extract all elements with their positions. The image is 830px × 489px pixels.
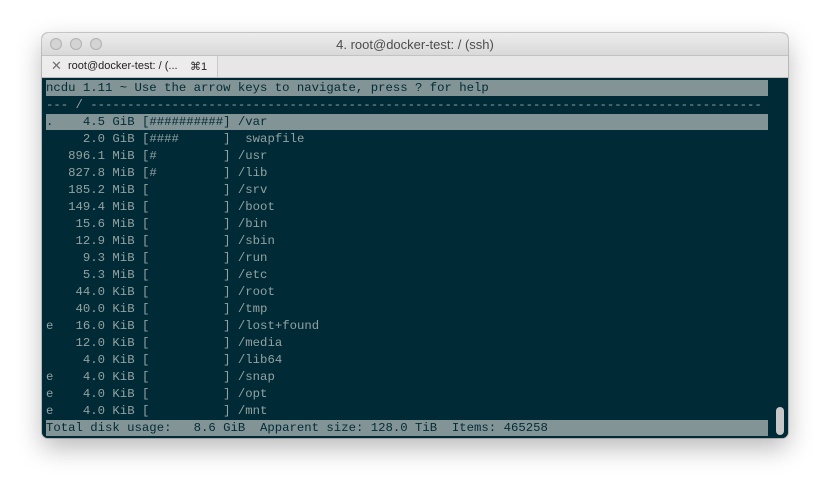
list-item[interactable]: 149.4 MiB [ ] /boot <box>46 199 768 215</box>
items-value: 465258 <box>503 421 548 435</box>
entry-size: 827.8 MiB <box>68 166 135 180</box>
entry-size: 4.0 KiB <box>68 387 135 401</box>
list-item[interactable]: 896.1 MiB [# ] /usr <box>46 148 768 164</box>
entry-size: 44.0 KiB <box>68 285 135 299</box>
entry-name: /opt <box>237 387 268 401</box>
tab-shortcut: ⌘1 <box>190 61 208 73</box>
entry-size: 896.1 MiB <box>68 149 135 163</box>
list-item[interactable]: e 4.0 KiB [ ] /snap <box>46 369 768 385</box>
list-item[interactable]: 2.0 GiB [#### ] swapfile <box>46 131 768 147</box>
list-item[interactable]: 9.3 MiB [ ] /run <box>46 250 768 266</box>
close-icon[interactable]: ✕ <box>51 58 62 74</box>
entry-name: /lib <box>237 166 268 180</box>
entry-name: /root <box>237 285 275 299</box>
entry-bar: [#### ] <box>141 132 231 146</box>
status-bar: Total disk usage: 8.6 GiB Apparent size:… <box>46 420 768 436</box>
entry-size: 4.0 KiB <box>68 404 135 418</box>
entry-name: swapfile <box>237 132 305 146</box>
entry-bar: [# ] <box>141 149 231 163</box>
entry-name: /snap <box>237 370 275 384</box>
entry-name: /mnt <box>237 404 268 418</box>
entry-name: /var <box>237 115 268 129</box>
apparent-label: Apparent size: <box>260 421 364 435</box>
entry-size: 15.6 MiB <box>68 217 135 231</box>
list-item[interactable]: 185.2 MiB [ ] /srv <box>46 182 768 198</box>
list-item[interactable]: . 4.5 GiB [##########] /var <box>46 114 768 130</box>
entry-size: 12.0 KiB <box>68 336 135 350</box>
list-item[interactable]: e 16.0 KiB [ ] /lost+found <box>46 318 768 334</box>
entry-size: 149.4 MiB <box>68 200 135 214</box>
list-item[interactable]: 12.9 MiB [ ] /sbin <box>46 233 768 249</box>
tab-ssh-session[interactable]: ✕ root@docker-test: / (... ⌘1 <box>42 56 218 77</box>
entry-name: /run <box>237 251 268 265</box>
window-title: 4. root@docker-test: / (ssh) <box>336 37 494 52</box>
list-item[interactable]: 4.0 KiB [ ] /lib64 <box>46 352 768 368</box>
terminal-content[interactable]: ncdu 1.11 ~ Use the arrow keys to naviga… <box>42 78 788 438</box>
total-value: 8.6 GiB <box>193 421 246 435</box>
entry-size: 12.9 MiB <box>68 234 135 248</box>
entry-name: /boot <box>237 200 275 214</box>
entry-bar: [##########] <box>141 115 231 129</box>
entry-name: /srv <box>237 183 268 197</box>
entry-name: /tmp <box>237 302 268 316</box>
entry-bar: [ ] <box>141 353 231 367</box>
tab-bar: ✕ root@docker-test: / (... ⌘1 <box>42 56 788 78</box>
terminal-window: 4. root@docker-test: / (ssh) ✕ root@dock… <box>42 33 788 438</box>
scrollbar-thumb[interactable] <box>776 407 784 435</box>
entry-name: /lib64 <box>237 353 283 367</box>
entry-size: 4.0 KiB <box>68 353 135 367</box>
entry-bar: [ ] <box>141 404 231 418</box>
entry-bar: [ ] <box>141 234 231 248</box>
entry-bar: [ ] <box>141 251 231 265</box>
apparent-value: 128.0 TiB <box>370 421 438 435</box>
total-label: Total disk usage: <box>46 421 172 435</box>
entry-bar: [ ] <box>141 370 231 384</box>
entry-size: 40.0 KiB <box>68 302 135 316</box>
entry-size: 2.0 GiB <box>68 132 135 146</box>
entry-name: /usr <box>237 149 268 163</box>
list-item[interactable]: 15.6 MiB [ ] /bin <box>46 216 768 232</box>
entry-bar: [ ] <box>141 302 231 316</box>
entry-bar: [ ] <box>141 200 231 214</box>
entry-size: 9.3 MiB <box>68 251 135 265</box>
list-item[interactable]: e 4.0 KiB [ ] /mnt <box>46 403 768 419</box>
entry-bar: [ ] <box>141 319 231 333</box>
tab-label: root@docker-test: / (... <box>68 60 178 72</box>
entry-name: /sbin <box>237 234 275 248</box>
list-item[interactable]: 5.3 MiB [ ] /etc <box>46 267 768 283</box>
entry-name: /media <box>237 336 283 350</box>
entry-size: 185.2 MiB <box>68 183 135 197</box>
entry-bar: [ ] <box>141 183 231 197</box>
title-bar[interactable]: 4. root@docker-test: / (ssh) <box>42 33 788 56</box>
entry-size: 4.5 GiB <box>68 115 135 129</box>
entry-name: /bin <box>237 217 268 231</box>
entry-bar: [ ] <box>141 387 231 401</box>
list-item[interactable]: 12.0 KiB [ ] /media <box>46 335 768 351</box>
entry-bar: [ ] <box>141 336 231 350</box>
entry-size: 16.0 KiB <box>68 319 135 333</box>
entry-name: /etc <box>237 268 268 282</box>
entry-bar: [# ] <box>141 166 231 180</box>
entry-bar: [ ] <box>141 268 231 282</box>
entry-size: 5.3 MiB <box>68 268 135 282</box>
items-label: Items: <box>451 421 497 435</box>
list-item[interactable]: 40.0 KiB [ ] /tmp <box>46 301 768 317</box>
entry-bar: [ ] <box>141 217 231 231</box>
entry-bar: [ ] <box>141 285 231 299</box>
path-line: --- / ----------------------------------… <box>46 98 762 112</box>
list-item[interactable]: e 4.0 KiB [ ] /opt <box>46 386 768 402</box>
ncdu-header: ncdu 1.11 ~ Use the arrow keys to naviga… <box>46 80 768 96</box>
list-item[interactable]: 44.0 KiB [ ] /root <box>46 284 768 300</box>
entry-name: /lost+found <box>237 319 320 333</box>
entry-size: 4.0 KiB <box>68 370 135 384</box>
list-item[interactable]: 827.8 MiB [# ] /lib <box>46 165 768 181</box>
